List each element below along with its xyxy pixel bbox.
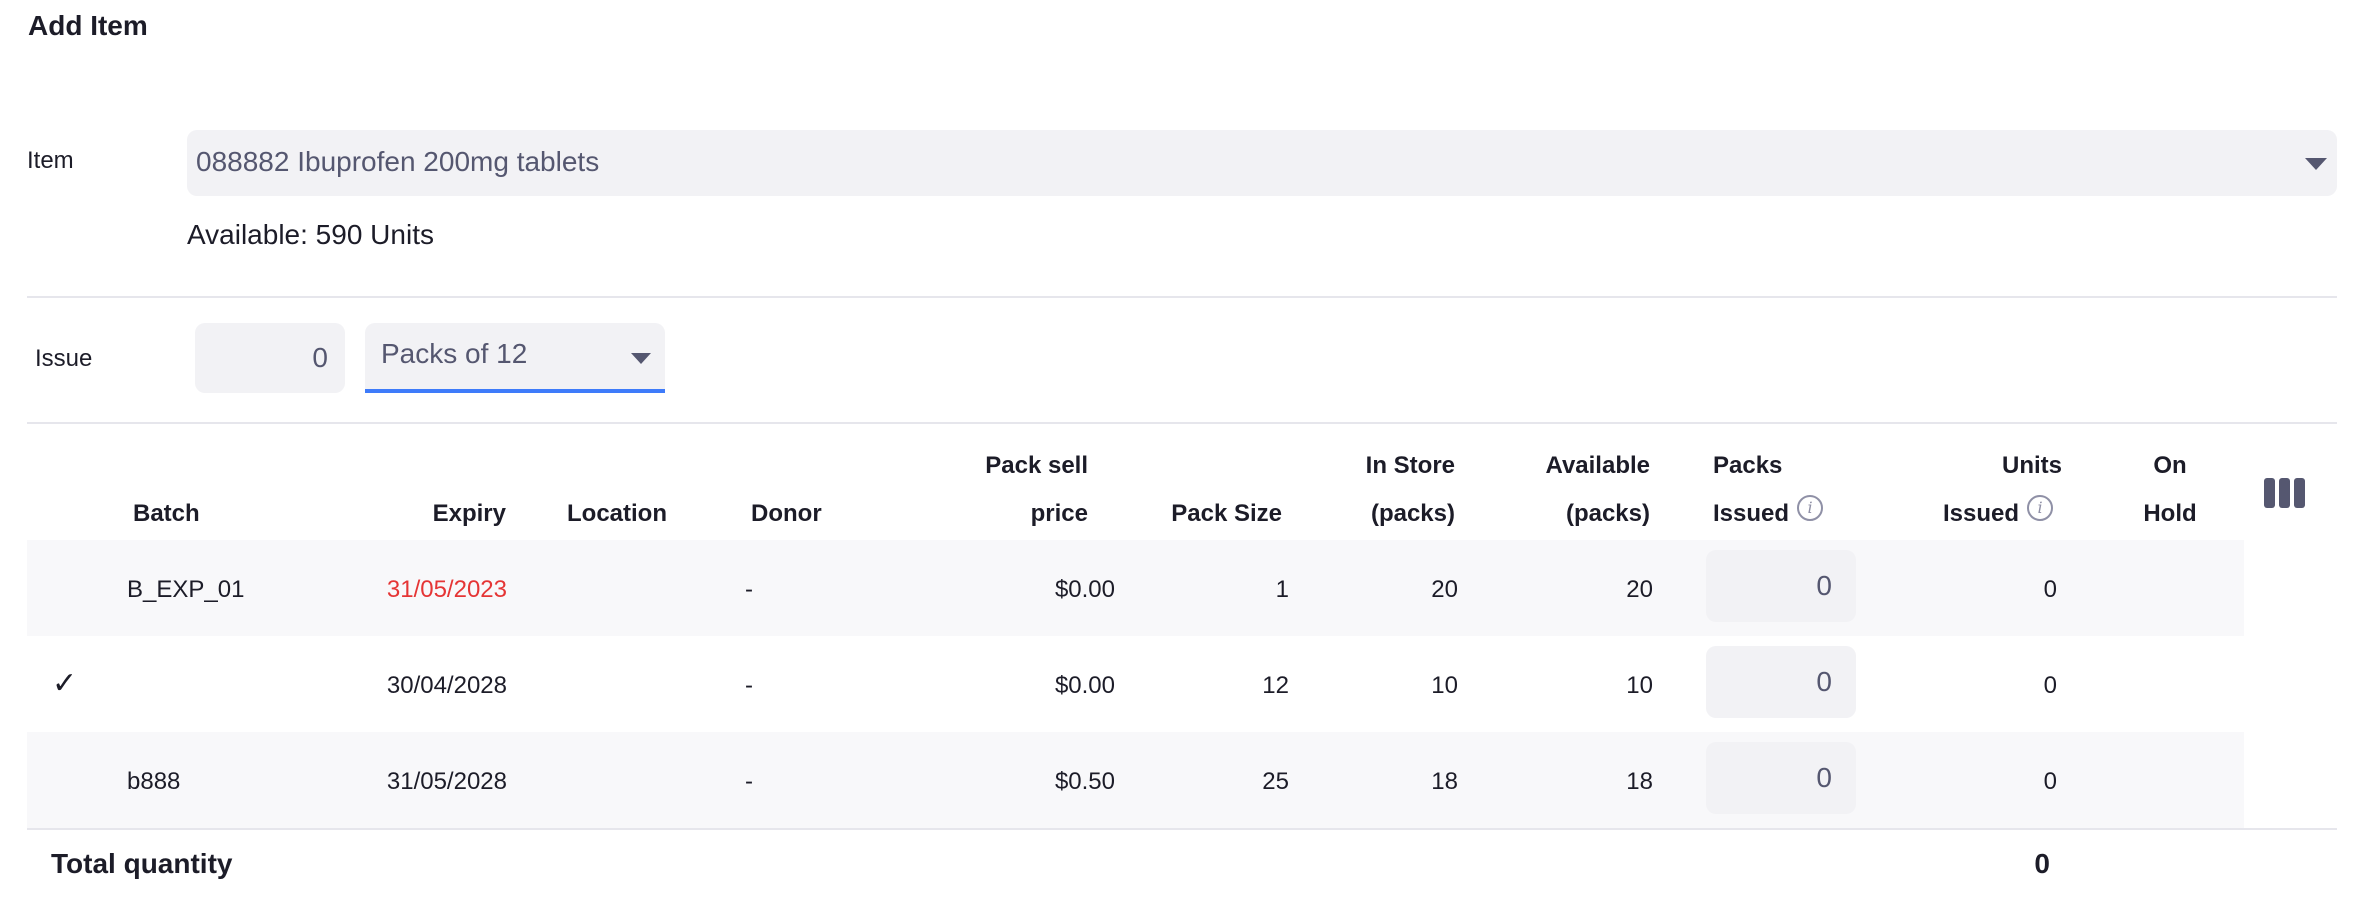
header-available-line2[interactable]: (packs)	[1500, 490, 1650, 538]
divider	[27, 828, 2337, 830]
cell-pack-sell-price: $0.00	[1054, 576, 1115, 603]
cell-batch: b888	[127, 768, 181, 795]
pack-size-select[interactable]: Packs of 12	[365, 323, 665, 393]
issue-quantity-value: 0	[312, 342, 328, 373]
header-in-store-line2[interactable]: (packs)	[1330, 490, 1455, 538]
pack-size-select-value: Packs of 12	[381, 338, 528, 369]
header-packs-issued-line1[interactable]: Packs	[1713, 442, 1782, 490]
header-units-issued-label: Issued	[1943, 500, 2020, 527]
cell-units-issued: 0	[2043, 672, 2057, 699]
header-donor[interactable]: Donor	[751, 490, 822, 538]
cell-in-store: 20	[1431, 576, 1458, 603]
header-on-hold-line2[interactable]: Hold	[2130, 490, 2210, 538]
total-quantity-label: Total quantity	[51, 848, 233, 879]
header-on-hold-line1[interactable]: On	[2130, 442, 2210, 490]
cell-batch: B_EXP_01	[127, 576, 245, 603]
header-in-store-line1[interactable]: In Store	[1330, 442, 1455, 490]
columns-icon[interactable]	[2264, 478, 2306, 508]
cell-pack-size: 1	[1275, 576, 1289, 603]
header-pack-size[interactable]: Pack Size	[1140, 490, 1282, 538]
info-icon[interactable]: i	[2027, 495, 2054, 521]
issue-label: Issue	[35, 345, 93, 372]
chevron-down-icon	[2305, 158, 2327, 170]
item-select-value: 088882 Ibuprofen 200mg tablets	[196, 146, 600, 177]
cell-available: 18	[1626, 768, 1653, 795]
divider	[27, 422, 2337, 424]
header-batch[interactable]: Batch	[133, 490, 200, 538]
header-units-issued-line1[interactable]: Units	[1900, 442, 2062, 490]
cell-in-store: 10	[1431, 672, 1458, 699]
available-units: Available: 590 Units	[187, 219, 434, 250]
info-icon[interactable]: i	[1797, 495, 1824, 521]
header-packs-issued-line2[interactable]: Issued i	[1713, 490, 1824, 538]
cell-units-issued: 0	[2043, 576, 2057, 603]
cell-donor: -	[745, 576, 753, 603]
cell-pack-sell-price: $0.00	[1054, 672, 1115, 699]
table-row[interactable]: B_EXP_01 31/05/2023 - $0.00 1 20 20 0 0	[27, 540, 2244, 636]
cell-donor: -	[745, 672, 753, 699]
packs-issued-input[interactable]: 0	[1706, 646, 1856, 718]
issue-quantity-input[interactable]: 0	[195, 323, 345, 393]
cell-available: 10	[1626, 672, 1653, 699]
cell-pack-sell-price: $0.50	[1054, 768, 1115, 795]
header-location[interactable]: Location	[567, 490, 667, 538]
item-label: Item	[27, 147, 74, 174]
page-title: Add Item	[28, 10, 148, 41]
packs-issued-value: 0	[1816, 762, 1832, 793]
header-available-line1[interactable]: Available	[1500, 442, 1651, 490]
packs-issued-input[interactable]: 0	[1706, 742, 1856, 814]
cell-units-issued: 0	[2043, 768, 2057, 795]
header-expiry[interactable]: Expiry	[400, 490, 506, 538]
divider	[27, 296, 2337, 298]
packs-issued-input[interactable]: 0	[1706, 550, 1856, 622]
header-pack-sell-price-line1[interactable]: Pack sell	[940, 442, 1088, 490]
cell-available: 20	[1626, 576, 1653, 603]
cell-donor: -	[745, 768, 753, 795]
cell-in-store: 18	[1431, 768, 1458, 795]
cell-expiry: 31/05/2028	[386, 768, 507, 795]
chevron-down-icon	[631, 353, 651, 364]
cell-pack-size: 12	[1262, 672, 1289, 699]
table-row[interactable]: b888 31/05/2028 - $0.50 25 18 18 0 0	[27, 732, 2244, 828]
header-pack-sell-price-line2[interactable]: price	[940, 490, 1088, 538]
cell-expiry: 31/05/2023	[386, 576, 507, 603]
table-row[interactable]: ✓ 30/04/2028 - $0.00 12 10 10 0 0	[27, 636, 2244, 732]
item-select[interactable]: 088882 Ibuprofen 200mg tablets	[187, 130, 2337, 196]
cell-expiry: 30/04/2028	[386, 672, 507, 699]
packs-issued-value: 0	[1816, 666, 1832, 697]
header-packs-issued-label: Issued	[1713, 500, 1790, 527]
cell-pack-size: 25	[1262, 768, 1289, 795]
header-units-issued-line2[interactable]: Issued i	[1943, 490, 2054, 538]
total-quantity-value: 0	[2034, 848, 2050, 879]
row-selected-check: ✓	[52, 667, 78, 700]
packs-issued-value: 0	[1816, 570, 1832, 601]
